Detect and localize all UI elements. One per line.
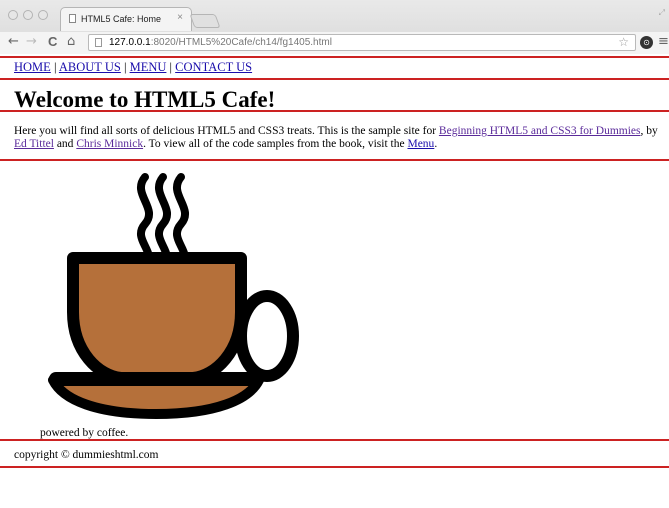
forward-button[interactable]: →: [26, 34, 37, 50]
browser-menu-icon[interactable]: ≡: [658, 34, 669, 49]
reload-button[interactable]: C: [48, 34, 57, 50]
nav-link-about[interactable]: ABOUT US: [59, 60, 121, 74]
browser-chrome: HTML5 Cafe: Home × ⤢ ← → C ⌂ 127.0.0.1:8…: [0, 0, 669, 54]
author-link-ed-tittel[interactable]: Ed Tittel: [14, 138, 54, 150]
page-icon: [69, 14, 76, 23]
author-link-chris-minnick[interactable]: Chris Minnick: [76, 138, 143, 150]
header-top-rule: [0, 56, 669, 58]
nav-separator: |: [53, 60, 57, 74]
tab-title: HTML5 Cafe: Home: [81, 14, 162, 24]
footer-bottom-rule: [0, 466, 669, 468]
home-button[interactable]: ⌂: [67, 34, 75, 50]
browser-toolbar: ← → C ⌂ 127.0.0.1:8020/HTML5%20Cafe/ch14…: [0, 32, 669, 54]
zoom-window-button[interactable]: [38, 10, 48, 20]
book-link[interactable]: Beginning HTML5 and CSS3 for Dummies: [439, 125, 641, 137]
minimize-window-button[interactable]: [23, 10, 33, 20]
new-tab-button[interactable]: [189, 14, 221, 28]
nav-link-home[interactable]: HOME: [14, 60, 51, 74]
page-content: HOME | ABOUT US | MENU | CONTACT US Welc…: [0, 54, 669, 508]
bookmark-star-icon[interactable]: ☆: [618, 35, 629, 49]
intro-bottom-rule: [0, 159, 669, 161]
tab-close-icon[interactable]: ×: [177, 12, 183, 23]
coffee-cup-icon: [48, 173, 299, 419]
extension-icon[interactable]: ⊙: [640, 36, 653, 49]
cup-body: [67, 252, 247, 384]
heading-bottom-rule: [0, 110, 669, 112]
nav-link-contact[interactable]: CONTACT US: [175, 60, 252, 74]
document-icon: [95, 38, 102, 47]
nav-bottom-rule: [0, 78, 669, 80]
figure-caption: powered by coffee.: [40, 427, 129, 439]
url-text: 127.0.0.1:8020/HTML5%20Cafe/ch14/fg1405.…: [109, 37, 332, 48]
footer-top-rule: [0, 439, 669, 441]
saucer-rim: [49, 372, 263, 386]
site-nav: HOME | ABOUT US | MENU | CONTACT US: [14, 60, 252, 75]
nav-separator: |: [123, 60, 127, 74]
fullscreen-icon[interactable]: ⤢: [659, 8, 665, 18]
intro-paragraph: Here you will find all sorts of deliciou…: [14, 125, 658, 150]
copyright-text: copyright © dummieshtml.com: [14, 449, 159, 461]
nav-link-menu[interactable]: MENU: [130, 60, 167, 74]
window-controls: [8, 10, 48, 20]
close-window-button[interactable]: [8, 10, 18, 20]
nav-separator: |: [169, 60, 173, 74]
browser-tab[interactable]: HTML5 Cafe: Home ×: [60, 7, 192, 31]
cup-handle: [235, 290, 299, 382]
back-button[interactable]: ←: [8, 34, 19, 50]
menu-link[interactable]: Menu: [407, 138, 434, 150]
address-bar[interactable]: 127.0.0.1:8020/HTML5%20Cafe/ch14/fg1405.…: [88, 34, 636, 51]
